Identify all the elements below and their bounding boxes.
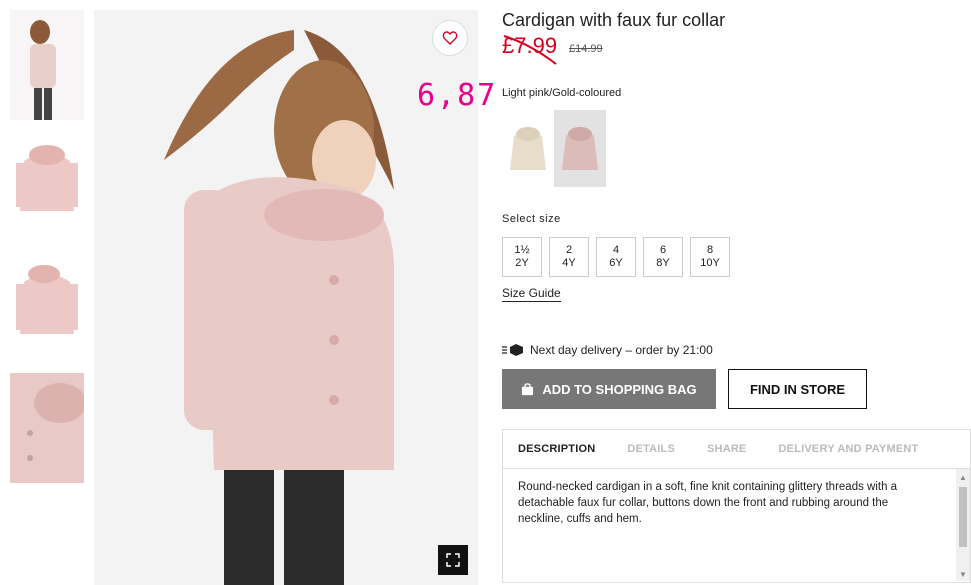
thumbnail-front[interactable]: [10, 131, 84, 241]
tab-delivery-payment[interactable]: DELIVERY AND PAYMENT: [779, 443, 919, 455]
handwritten-note: 6,87: [417, 78, 498, 113]
description-scrollbar[interactable]: ▲ ▼: [956, 469, 970, 581]
size-guide-link[interactable]: Size Guide: [502, 286, 561, 302]
product-title: Cardigan with faux fur collar: [502, 10, 726, 30]
thumbnail-model[interactable]: [10, 10, 84, 120]
find-in-store-button[interactable]: FIND IN STORE: [728, 369, 867, 409]
size-options: 1½ 2Y 2 4Y 4 6Y 6 8Y 8 10Y: [502, 237, 730, 277]
tab-description[interactable]: DESCRIPTION: [518, 443, 595, 455]
delivery-truck-icon: [502, 344, 523, 356]
select-size-label: Select size: [502, 213, 561, 225]
tab-share[interactable]: SHARE: [707, 443, 747, 455]
size-option-6y[interactable]: 4 6Y: [596, 237, 636, 277]
shopping-bag-icon: [522, 382, 534, 395]
size-option-4y[interactable]: 2 4Y: [549, 237, 589, 277]
size-option-8y[interactable]: 6 8Y: [643, 237, 683, 277]
original-price: £14.99: [569, 43, 603, 55]
add-to-bag-label: ADD TO SHOPPING BAG: [542, 381, 697, 397]
beige-cardigan-thumb: [510, 126, 546, 170]
price-strike-scribble: [503, 35, 557, 65]
thumbnail-detail[interactable]: [10, 373, 84, 483]
scroll-up-arrow-icon[interactable]: ▲: [959, 473, 967, 482]
color-swatch-beige[interactable]: [502, 110, 554, 187]
pink-cardigan-thumb: [562, 126, 598, 170]
delivery-text: Next day delivery – order by 21:00: [530, 343, 713, 357]
tab-bar: DESCRIPTION DETAILS SHARE DELIVERY AND P…: [503, 430, 970, 469]
size-option-10y[interactable]: 8 10Y: [690, 237, 730, 277]
scroll-down-arrow-icon[interactable]: ▼: [959, 570, 967, 579]
thumbnail-angle[interactable]: [10, 252, 84, 362]
size-option-2y[interactable]: 1½ 2Y: [502, 237, 542, 277]
product-tabs-panel: DESCRIPTION DETAILS SHARE DELIVERY AND P…: [502, 429, 971, 583]
tab-details[interactable]: DETAILS: [627, 443, 675, 455]
scrollbar-thumb[interactable]: [959, 487, 967, 547]
favorite-button[interactable]: [432, 20, 468, 56]
fullscreen-button[interactable]: [438, 545, 468, 575]
thumbnail-list: [10, 10, 84, 494]
expand-icon: [446, 553, 460, 567]
heart-icon: [442, 31, 458, 45]
color-name: Light pink/Gold-coloured: [502, 87, 622, 99]
delivery-info: Next day delivery – order by 21:00: [502, 343, 713, 357]
color-swatch-light-pink[interactable]: [554, 110, 606, 187]
add-to-bag-button[interactable]: ADD TO SHOPPING BAG: [502, 369, 716, 409]
description-text: Round-necked cardigan in a soft, fine kn…: [518, 481, 898, 525]
